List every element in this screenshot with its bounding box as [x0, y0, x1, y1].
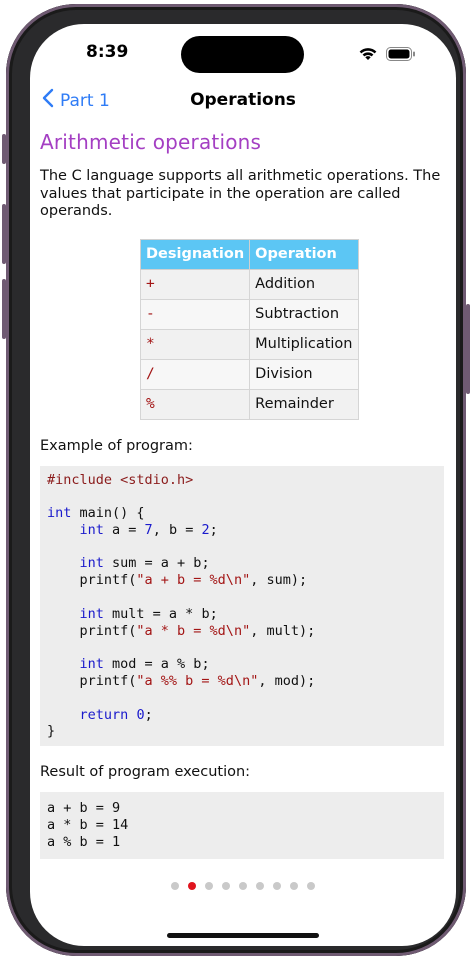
status-icons [358, 46, 416, 65]
page-dot[interactable] [256, 882, 264, 890]
operations-table: Designation Operation + Addition - Subtr… [139, 238, 359, 420]
page-dot[interactable] [239, 882, 247, 890]
intro-paragraph: The C language supports all arithmetic o… [40, 168, 441, 219]
code-line: printf("a + b = %d\n", sum); [47, 572, 308, 589]
operation-cell: Division [249, 358, 359, 390]
screen: 8:39 Part 1 Operations Arithmetic operat… [30, 24, 456, 946]
table-header-row: Designation Operation [139, 238, 359, 270]
action-button [2, 134, 6, 164]
code-block: #include <stdio.h> int main() { int a = … [40, 465, 444, 747]
result-line: a + b = 9 [47, 800, 121, 817]
symbol-cell: / [139, 358, 251, 390]
table-row: + Addition [139, 268, 359, 300]
page-dot[interactable] [290, 882, 298, 890]
header-operation: Operation [249, 238, 359, 270]
page-dot[interactable] [273, 882, 281, 890]
symbol-cell: + [139, 268, 251, 300]
volume-up-button [2, 204, 6, 264]
symbol-cell: % [139, 388, 251, 420]
code-line: printf("a * b = %d\n", mult); [47, 622, 316, 639]
code-line: #include <stdio.h> [47, 471, 194, 488]
code-line: } [47, 723, 56, 740]
wifi-icon [358, 46, 378, 65]
code-line: int mult = a * b; [79, 605, 218, 622]
operation-cell: Remainder [249, 388, 359, 420]
code-line: return 0; [79, 706, 153, 723]
code-line: int a = 7, b = 2; [79, 521, 218, 538]
operation-cell: Subtraction [249, 298, 359, 330]
code-line: int main() { [47, 505, 145, 522]
battery-icon [386, 46, 416, 65]
status-time: 8:39 [86, 42, 129, 62]
example-label: Example of program: [40, 437, 193, 454]
header-designation: Designation [139, 238, 251, 270]
home-indicator[interactable] [167, 933, 319, 938]
operation-cell: Addition [249, 268, 359, 300]
code-line: printf("a %% b = %d\n", mod); [47, 673, 316, 690]
result-label: Result of program execution: [40, 764, 251, 781]
table-row: % Remainder [139, 388, 359, 420]
operation-cell: Multiplication [249, 328, 359, 360]
page-dot[interactable] [205, 882, 213, 890]
code-line: int mod = a % b; [79, 656, 210, 673]
content-area: Arithmetic operations The C language sup… [40, 130, 444, 859]
power-button [466, 304, 470, 394]
section-heading: Arithmetic operations [40, 130, 262, 154]
result-line: a * b = 14 [47, 817, 129, 834]
page-dot[interactable] [307, 882, 315, 890]
table-row: - Subtraction [139, 298, 359, 330]
nav-title: Operations [190, 90, 296, 110]
code-line: int sum = a + b; [79, 555, 210, 572]
symbol-cell: * [139, 328, 251, 360]
table-row: / Division [139, 358, 359, 390]
table-row: * Multiplication [139, 328, 359, 360]
page-dot[interactable] [188, 882, 196, 890]
volume-down-button [2, 279, 6, 339]
symbol-cell: - [139, 298, 251, 330]
dynamic-island [181, 36, 304, 73]
page-dot[interactable] [222, 882, 230, 890]
phone-frame: 8:39 Part 1 Operations Arithmetic operat… [2, 4, 470, 956]
result-block: a + b = 9 a * b = 14 a % b = 1 [40, 792, 444, 859]
result-line: a % b = 1 [47, 833, 121, 850]
page-dot[interactable] [171, 882, 179, 890]
page-indicator [30, 882, 456, 890]
